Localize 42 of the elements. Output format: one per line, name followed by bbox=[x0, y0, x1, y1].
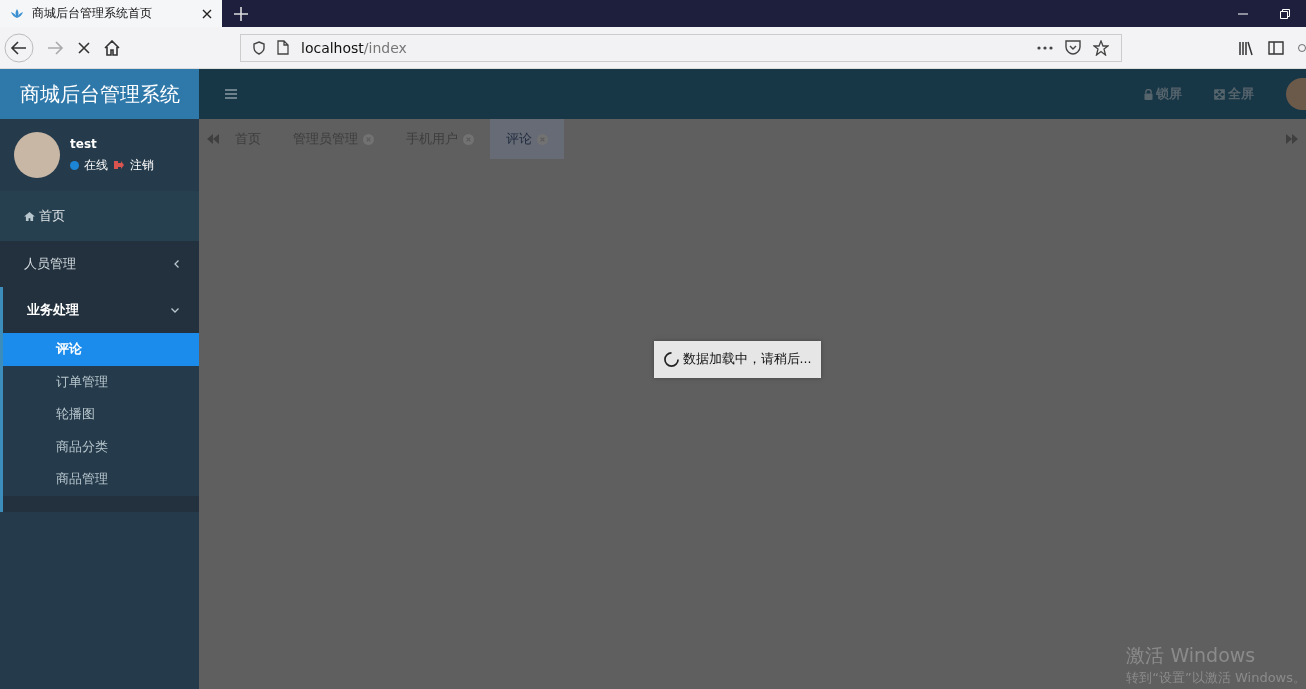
home-icon bbox=[24, 211, 35, 221]
app-logo-title: 商城后台管理系统 bbox=[0, 69, 199, 119]
sidebar-icon[interactable] bbox=[1268, 40, 1284, 55]
address-bar[interactable]: localhost/index bbox=[240, 33, 1122, 62]
page-icon bbox=[277, 40, 289, 55]
lotus-icon bbox=[10, 8, 24, 19]
shield-icon bbox=[253, 40, 265, 55]
stop-icon[interactable] bbox=[78, 41, 90, 54]
more-icon[interactable] bbox=[1037, 45, 1053, 50]
spinner-icon bbox=[663, 351, 679, 367]
online-status: 在线 bbox=[84, 156, 108, 174]
chevron-down-icon bbox=[171, 307, 179, 313]
menu-group[interactable]: 人员管理 bbox=[0, 241, 199, 287]
new-tab-icon[interactable] bbox=[234, 6, 248, 21]
home-icon[interactable] bbox=[104, 39, 120, 56]
submenu-item[interactable]: 评论 bbox=[3, 333, 199, 366]
user-name: test bbox=[70, 136, 98, 151]
chevron-left-icon bbox=[174, 260, 179, 268]
submenu-item[interactable]: 轮播图 bbox=[3, 398, 199, 431]
back-icon[interactable] bbox=[4, 32, 34, 63]
submenu-item[interactable]: 商品分类 bbox=[3, 430, 199, 463]
loading-toast: 数据加载中，请稍后... bbox=[653, 340, 822, 378]
library-icon[interactable] bbox=[1238, 39, 1254, 56]
pocket-icon[interactable] bbox=[1065, 40, 1081, 55]
url-text: localhost/index bbox=[301, 39, 407, 56]
star-icon[interactable] bbox=[1093, 39, 1109, 56]
avatar-placeholder bbox=[14, 132, 60, 178]
sign-out-icon bbox=[113, 160, 125, 170]
online-dot-icon bbox=[70, 160, 79, 170]
submenu-item[interactable]: 订单管理 bbox=[3, 365, 199, 398]
restore-icon[interactable] bbox=[1280, 8, 1290, 19]
browser-tab[interactable]: 商城后台管理系统首页 bbox=[0, 0, 222, 27]
minimize-icon[interactable] bbox=[1238, 12, 1248, 15]
submenu-item[interactable]: 商品管理 bbox=[3, 463, 199, 496]
expand-icon bbox=[1214, 88, 1225, 100]
lock-icon bbox=[1144, 88, 1153, 100]
close-icon[interactable] bbox=[202, 8, 212, 19]
menu-icon[interactable] bbox=[225, 89, 237, 99]
tab-title: 商城后台管理系统首页 bbox=[32, 5, 153, 22]
logout-link[interactable]: 注销 bbox=[130, 156, 154, 174]
menu-item[interactable]: 首页 bbox=[0, 191, 199, 241]
menu-group[interactable]: 业务处理 bbox=[3, 287, 199, 333]
